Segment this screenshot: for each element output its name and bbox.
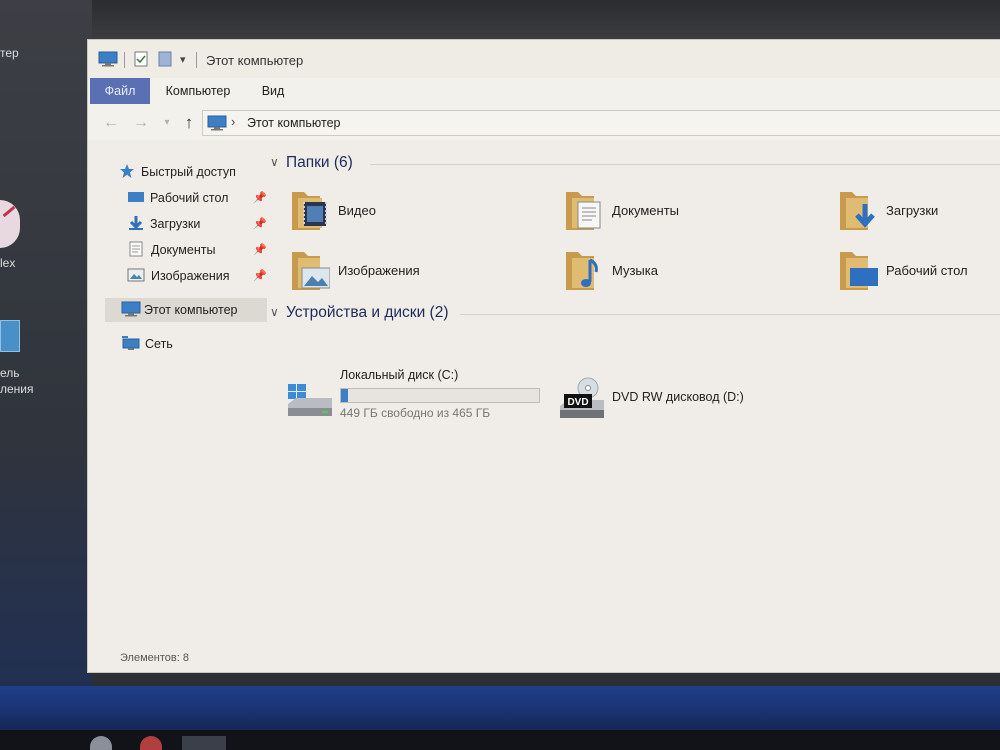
desktop-icon — [127, 189, 145, 208]
folder-item-documents[interactable]: Документы — [564, 188, 824, 236]
ribbon-tabs: Файл Компьютер Вид — [88, 78, 1000, 105]
pin-icon[interactable]: 📌 — [253, 269, 267, 282]
window-title: Этот компьютер — [206, 53, 304, 68]
properties-icon[interactable] — [134, 51, 148, 67]
taskbar-explorer-button[interactable] — [182, 736, 226, 750]
drive-label: Локальный диск (C:) — [340, 368, 459, 382]
breadcrumb[interactable]: Этот компьютер — [247, 116, 340, 130]
sidebar-item-label: Изображения — [151, 269, 230, 283]
pin-icon[interactable]: 📌 — [253, 243, 267, 256]
dvd-drive-icon: DVD — [558, 376, 606, 425]
picture-icon — [127, 267, 145, 286]
customize-quick-access-icon[interactable]: ▾ — [180, 53, 186, 69]
tab-view[interactable]: Вид — [248, 78, 298, 104]
devices-group-header[interactable]: ∨ Устройства и диски (2) — [270, 304, 1000, 326]
desktop-label: тер — [0, 46, 19, 60]
pictures-folder-icon — [290, 248, 331, 297]
collapse-chevron-icon[interactable]: ∨ — [270, 155, 279, 169]
folder-item-video[interactable]: Видео — [290, 188, 550, 236]
sidebar-item-network[interactable]: Сеть — [105, 332, 267, 356]
folder-label: Видео — [338, 203, 376, 218]
folder-label: Загрузки — [886, 203, 939, 218]
folder-item-pictures[interactable]: Изображения — [290, 248, 550, 296]
explorer-window: ▾ Этот компьютер Файл Компьютер Вид ← → … — [88, 40, 1000, 672]
pin-icon[interactable]: 📌 — [253, 217, 267, 230]
status-bar-item-count: Элементов: 8 — [120, 652, 189, 664]
folder-item-music[interactable]: Музыка — [564, 248, 824, 296]
drive-item-d[interactable]: DVD DVD RW дисковод (D:) — [558, 372, 798, 420]
download-icon — [127, 215, 145, 234]
network-icon — [121, 335, 141, 354]
group-divider — [370, 164, 1000, 165]
breadcrumb-chevron-icon[interactable]: › — [231, 114, 235, 129]
desktop-folder-icon — [838, 248, 878, 297]
collapse-chevron-icon[interactable]: ∨ — [270, 305, 279, 319]
drive-item-c[interactable]: Локальный диск (C:) 449 ГБ свободно из 4… — [286, 368, 546, 423]
documents-folder-icon — [564, 188, 604, 237]
address-bar-row: ← → ▾ ↑ › Этот компьютер — [88, 104, 1000, 140]
document-icon — [129, 241, 143, 260]
drive-usage-fill — [341, 389, 348, 402]
qa-separator — [124, 52, 125, 68]
pin-icon[interactable]: 📌 — [253, 191, 267, 204]
sidebar-item-label: Этот компьютер — [144, 303, 238, 317]
sidebar-item-label: Загрузки — [150, 217, 201, 231]
folder-item-downloads[interactable]: Загрузки — [838, 188, 1000, 236]
music-folder-icon — [564, 248, 604, 297]
navigation-pane: Быстрый доступ Рабочий стол 📌 Загрузки 📌… — [105, 146, 267, 656]
title-bar: ▾ Этот компьютер — [88, 40, 1000, 78]
desktop-app-icon[interactable] — [0, 200, 20, 248]
computer-icon — [98, 51, 118, 67]
tab-file[interactable]: Файл — [90, 78, 150, 104]
up-button[interactable]: ↑ — [180, 113, 198, 133]
computer-icon — [121, 301, 141, 320]
sidebar-item-quick-access[interactable]: Быстрый доступ — [105, 160, 267, 184]
video-folder-icon — [290, 188, 330, 237]
folder-label: Документы — [612, 203, 680, 218]
sidebar-item-downloads[interactable]: Загрузки 📌 — [105, 212, 267, 236]
sidebar-item-this-pc[interactable]: Этот компьютер — [105, 298, 267, 322]
group-title: Устройства и диски (2) — [286, 304, 449, 321]
forward-button[interactable]: → — [132, 114, 150, 132]
sidebar-item-label: Сеть — [145, 337, 173, 351]
folder-label: Музыка — [612, 263, 658, 278]
group-divider — [460, 314, 1000, 315]
recent-locations-button[interactable]: ▾ — [158, 117, 176, 128]
sidebar-item-documents[interactable]: Документы 📌 — [105, 238, 267, 262]
control-panel-icon[interactable] — [0, 320, 20, 352]
sidebar-item-label: Рабочий стол — [150, 191, 229, 205]
back-button[interactable]: ← — [102, 114, 120, 132]
group-title: Папки (6) — [286, 154, 353, 171]
sidebar-item-desktop[interactable]: Рабочий стол 📌 — [105, 186, 267, 210]
folder-label: Рабочий стол — [886, 263, 968, 278]
desktop-label: lex — [0, 256, 16, 270]
qa-separator — [196, 52, 197, 68]
sidebar-item-label: Документы — [151, 243, 216, 257]
computer-icon — [207, 115, 227, 136]
desktop-label: ления — [0, 382, 34, 396]
dvd-badge-text: DVD — [567, 397, 588, 408]
windows-drive-icon — [286, 384, 334, 423]
downloads-folder-icon — [838, 188, 878, 237]
tab-computer[interactable]: Компьютер — [156, 78, 240, 104]
folders-group-header[interactable]: ∨ Папки (6) — [270, 154, 1000, 176]
drive-usage-bar — [340, 388, 540, 403]
sidebar-item-label: Быстрый доступ — [141, 165, 236, 179]
content-pane: ∨ Папки (6) Видео Документы Загрузки Изо… — [268, 146, 1000, 656]
address-box[interactable]: › Этот компьютер — [202, 110, 1000, 136]
drive-label: DVD RW дисковод (D:) — [612, 390, 744, 404]
folder-label: Изображения — [338, 263, 420, 278]
star-icon — [119, 163, 135, 182]
sidebar-item-pictures[interactable]: Изображения 📌 — [105, 264, 267, 288]
desktop-area: тер lex ель ления — [0, 0, 92, 720]
monitor-bezel — [0, 0, 1000, 40]
drive-free-space: 449 ГБ свободно из 465 ГБ — [340, 406, 491, 420]
desktop-label: ель — [0, 366, 20, 380]
folder-item-desktop[interactable]: Рабочий стол — [838, 248, 1000, 296]
new-folder-icon[interactable] — [158, 51, 172, 67]
